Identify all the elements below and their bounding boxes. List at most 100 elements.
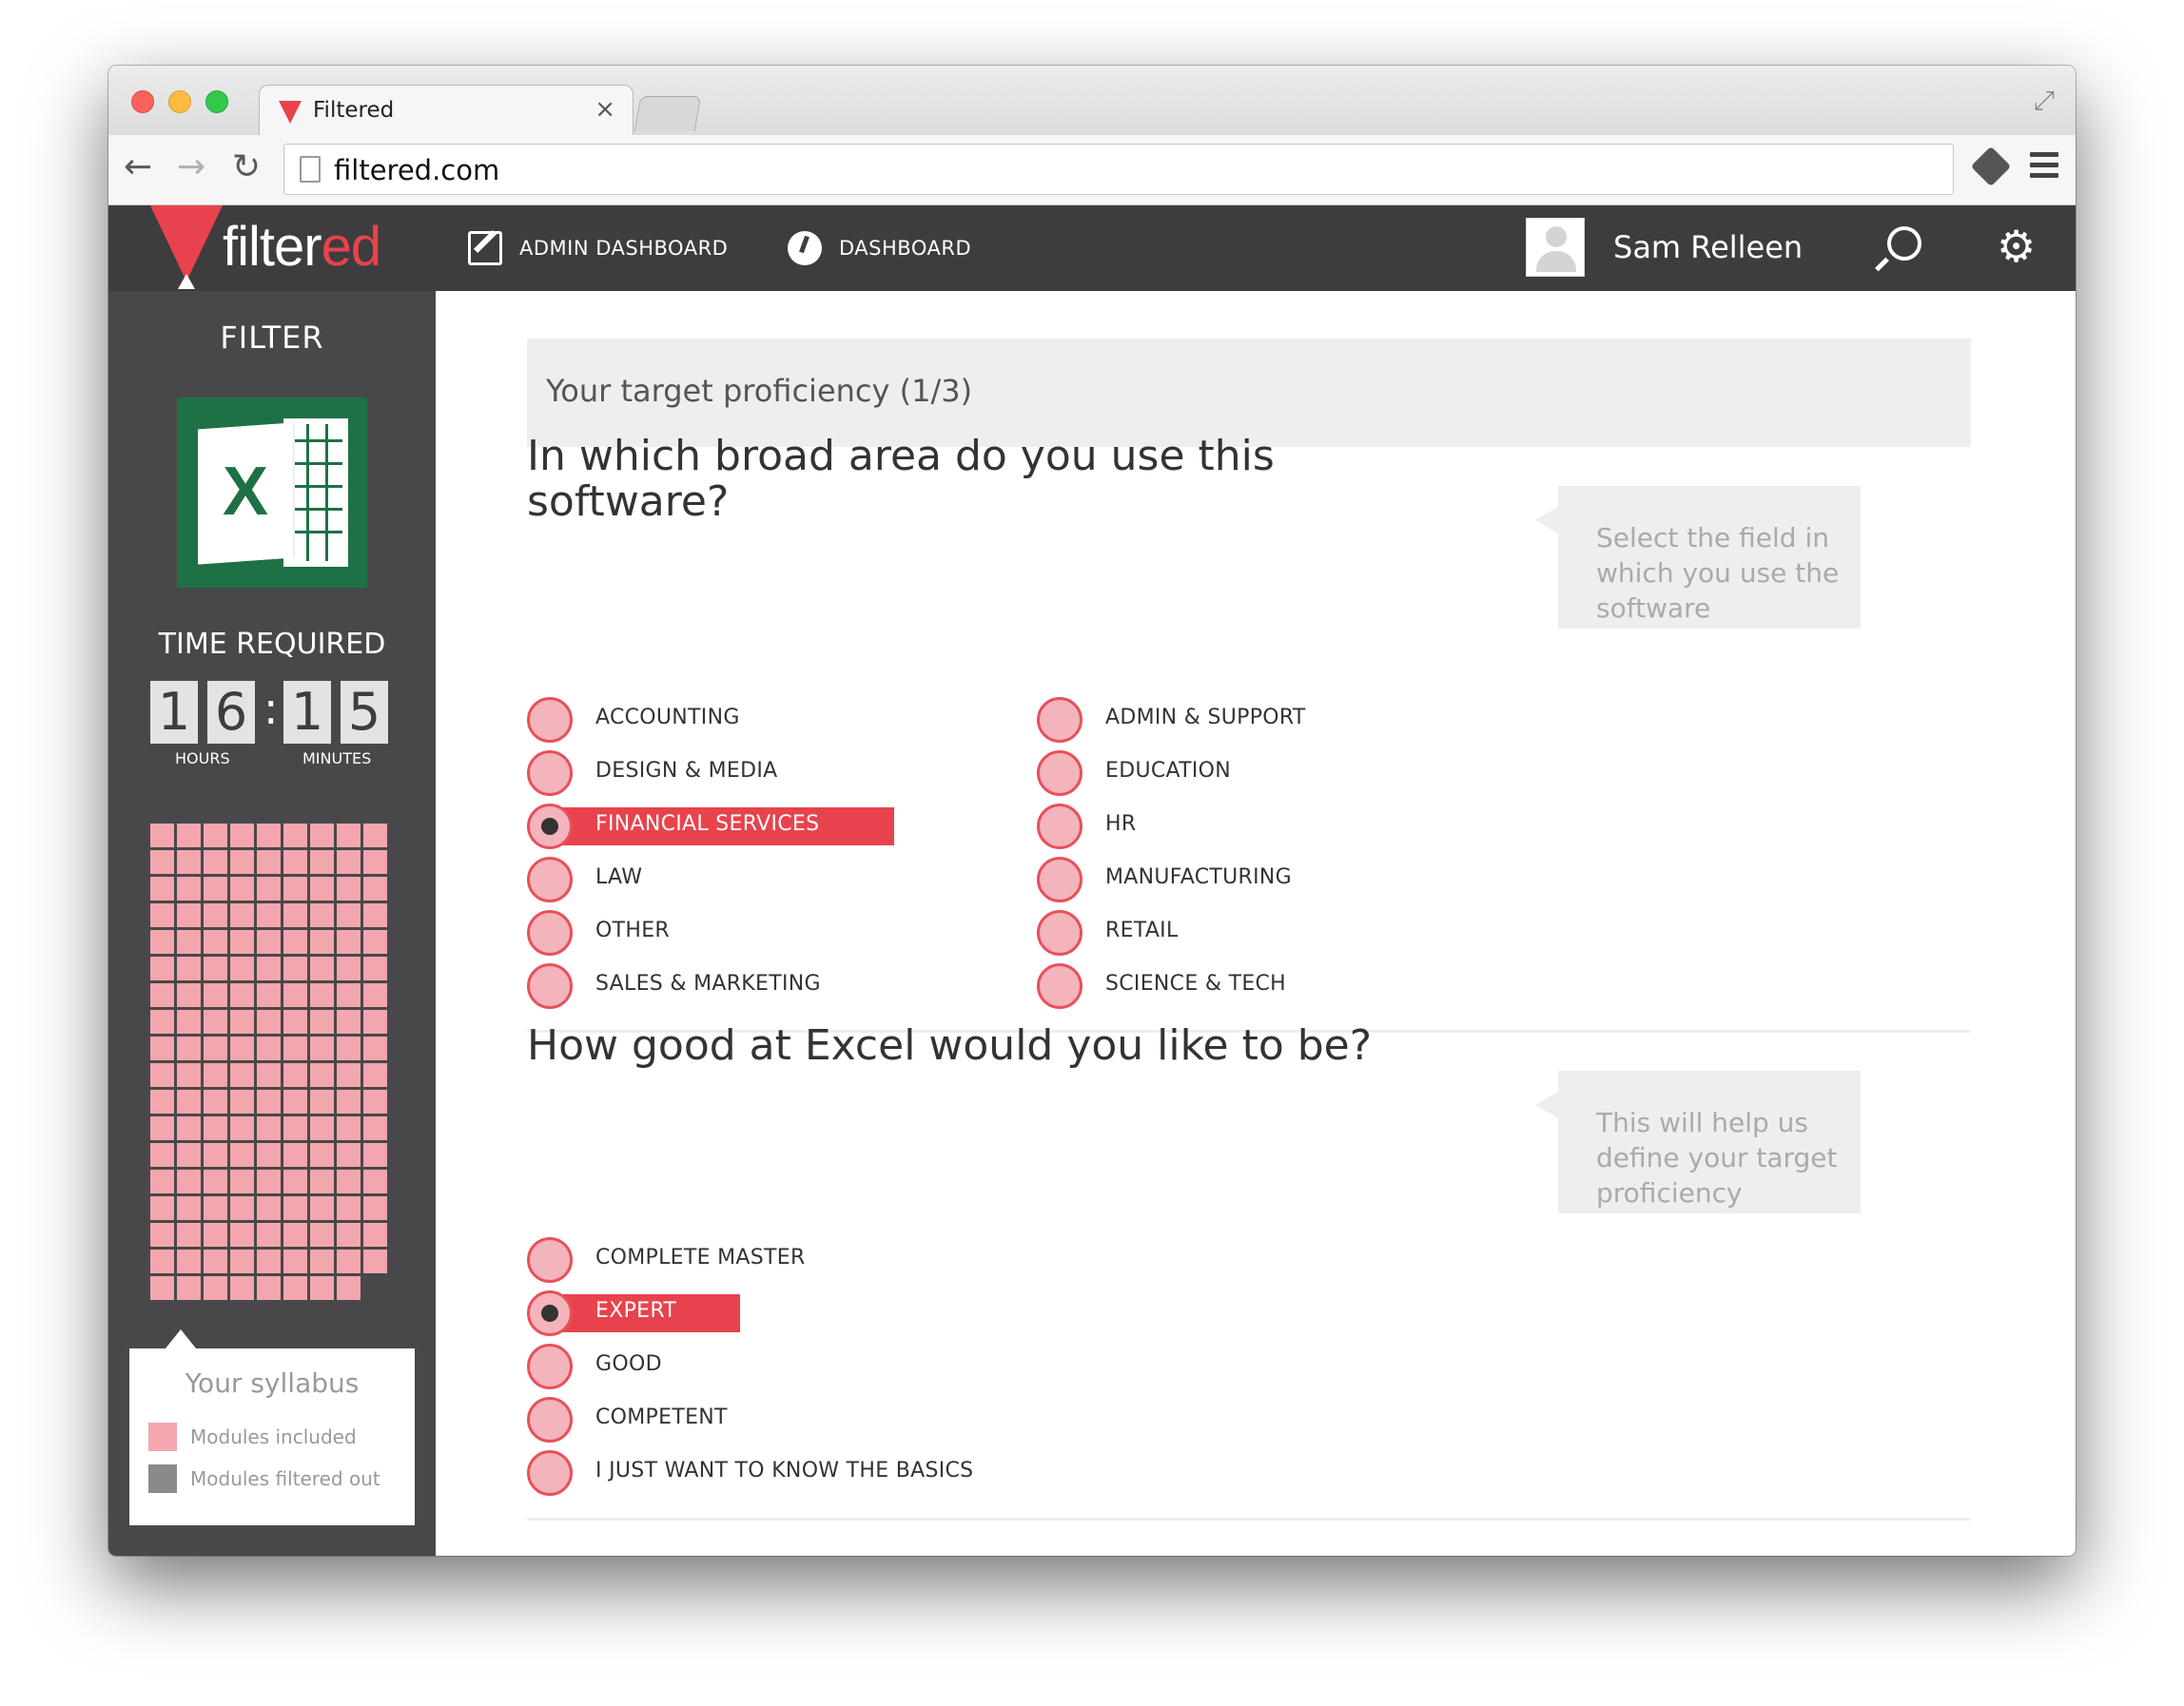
module-cell xyxy=(283,1116,307,1140)
logo[interactable]: filtered xyxy=(223,215,382,279)
radio-option[interactable]: EDUCATION xyxy=(1037,750,1531,796)
module-cell xyxy=(337,877,361,901)
radio-button[interactable] xyxy=(527,804,573,849)
module-cell xyxy=(337,1143,361,1167)
radio-button[interactable] xyxy=(1037,697,1082,743)
radio-option[interactable]: HR xyxy=(1037,804,1531,849)
radio-option[interactable]: COMPETENT xyxy=(527,1397,1022,1443)
radio-button[interactable] xyxy=(527,1237,573,1283)
zoom-window-button[interactable] xyxy=(205,90,228,113)
module-cell xyxy=(230,850,254,874)
hours-digit-2: 6 xyxy=(207,681,255,744)
radio-option-label: GOOD xyxy=(595,1352,662,1376)
module-cell xyxy=(177,1090,201,1114)
radio-button[interactable] xyxy=(1037,750,1082,796)
module-cell xyxy=(283,1090,307,1114)
radio-button[interactable] xyxy=(1037,963,1082,1009)
module-cell xyxy=(310,1170,334,1193)
module-cell xyxy=(204,1250,227,1273)
module-cell xyxy=(283,1010,307,1034)
module-cell xyxy=(230,1143,254,1167)
radio-option[interactable]: EXPERT xyxy=(527,1290,1022,1336)
menu-icon[interactable] xyxy=(2030,152,2058,184)
module-cell xyxy=(337,1116,361,1140)
radio-button[interactable] xyxy=(527,963,573,1009)
forward-arrow-icon[interactable]: → xyxy=(177,150,205,184)
filtered-favicon-icon xyxy=(279,101,302,124)
module-cell xyxy=(363,1143,387,1167)
url-text[interactable]: filtered.com xyxy=(334,154,499,186)
gear-icon[interactable]: ⚙ xyxy=(1997,224,2036,268)
radio-option[interactable]: SCIENCE & TECH xyxy=(1037,963,1531,1009)
tab-title: Filtered xyxy=(313,98,395,123)
address-bar[interactable]: filtered.com xyxy=(283,144,1954,195)
radio-option-label: SCIENCE & TECH xyxy=(1105,972,1287,996)
radio-button[interactable] xyxy=(1037,857,1082,902)
fullscreen-icon[interactable]: ⤢ xyxy=(2034,85,2055,117)
module-cell xyxy=(177,1196,201,1220)
module-cell xyxy=(337,1250,361,1273)
radio-option[interactable]: GOOD xyxy=(527,1344,1022,1389)
radio-option[interactable]: LAW xyxy=(527,857,1022,902)
radio-option[interactable]: MANUFACTURING xyxy=(1037,857,1531,902)
radio-button[interactable] xyxy=(1037,910,1082,956)
radio-button[interactable] xyxy=(527,750,573,796)
module-cell xyxy=(230,957,254,980)
module-cell xyxy=(177,957,201,980)
question-2-title: How good at Excel would you like to be? xyxy=(527,1021,1373,1070)
new-tab-button[interactable] xyxy=(634,96,702,131)
logo-text-accent: ed xyxy=(321,216,382,278)
close-window-button[interactable] xyxy=(131,90,154,113)
radio-option[interactable]: SALES & MARKETING xyxy=(527,963,1022,1009)
module-cell xyxy=(337,1196,361,1220)
back-arrow-icon[interactable]: ← xyxy=(124,150,152,184)
radio-option[interactable]: I JUST WANT TO KNOW THE BASICS xyxy=(527,1450,1022,1496)
module-cell xyxy=(283,1170,307,1193)
user-name[interactable]: Sam Relleen xyxy=(1613,229,1803,265)
module-cell xyxy=(310,1063,334,1087)
radio-button[interactable] xyxy=(527,697,573,743)
radio-option-label: COMPLETE MASTER xyxy=(595,1246,806,1270)
reload-icon[interactable]: ↻ xyxy=(232,150,261,184)
radio-option[interactable]: ACCOUNTING xyxy=(527,697,1022,743)
radio-button[interactable] xyxy=(527,1290,573,1336)
radio-button[interactable] xyxy=(527,910,573,956)
module-cell xyxy=(257,1223,281,1247)
module-cell xyxy=(337,1170,361,1193)
radio-button[interactable] xyxy=(527,1450,573,1496)
logo-tip-icon xyxy=(178,274,195,289)
radio-button[interactable] xyxy=(527,857,573,902)
module-cell xyxy=(150,824,174,847)
avatar[interactable] xyxy=(1526,218,1585,277)
module-cell xyxy=(337,824,361,847)
module-cell xyxy=(150,903,174,927)
minimize-window-button[interactable] xyxy=(168,90,191,113)
search-icon[interactable] xyxy=(1887,226,1921,261)
question-2-tip-text: This will help us define your target pro… xyxy=(1596,1107,1838,1209)
radio-option[interactable]: OTHER xyxy=(527,910,1022,956)
radio-option[interactable]: FINANCIAL SERVICES xyxy=(527,804,1022,849)
radio-option[interactable]: RETAIL xyxy=(1037,910,1531,956)
extension-icon[interactable] xyxy=(1970,145,2012,187)
radio-option[interactable]: DESIGN & MEDIA xyxy=(527,750,1022,796)
radio-button[interactable] xyxy=(527,1397,573,1443)
browser-tab[interactable]: Filtered × xyxy=(259,85,634,137)
radio-option-label: FINANCIAL SERVICES xyxy=(595,812,820,836)
radio-button[interactable] xyxy=(527,1344,573,1389)
tab-close-icon[interactable]: × xyxy=(595,95,615,124)
nav-dashboard[interactable]: DASHBOARD xyxy=(788,205,971,291)
radio-option-label: SALES & MARKETING xyxy=(595,972,821,996)
module-cell xyxy=(257,930,281,954)
radio-option-label: OTHER xyxy=(595,919,670,942)
module-cell xyxy=(310,1090,334,1114)
radio-option[interactable]: ADMIN & SUPPORT xyxy=(1037,697,1531,743)
nav-admin-dashboard[interactable]: ADMIN DASHBOARD xyxy=(468,205,728,291)
module-cell xyxy=(257,1250,281,1273)
radio-option-label: ACCOUNTING xyxy=(595,706,740,729)
question-1-tip-text: Select the field in which you use the so… xyxy=(1596,522,1840,624)
radio-option[interactable]: COMPLETE MASTER xyxy=(527,1237,1022,1283)
radio-option-label: HR xyxy=(1105,812,1137,836)
legend-filtered-swatch xyxy=(148,1464,177,1493)
radio-button[interactable] xyxy=(1037,804,1082,849)
module-cell xyxy=(204,983,227,1007)
